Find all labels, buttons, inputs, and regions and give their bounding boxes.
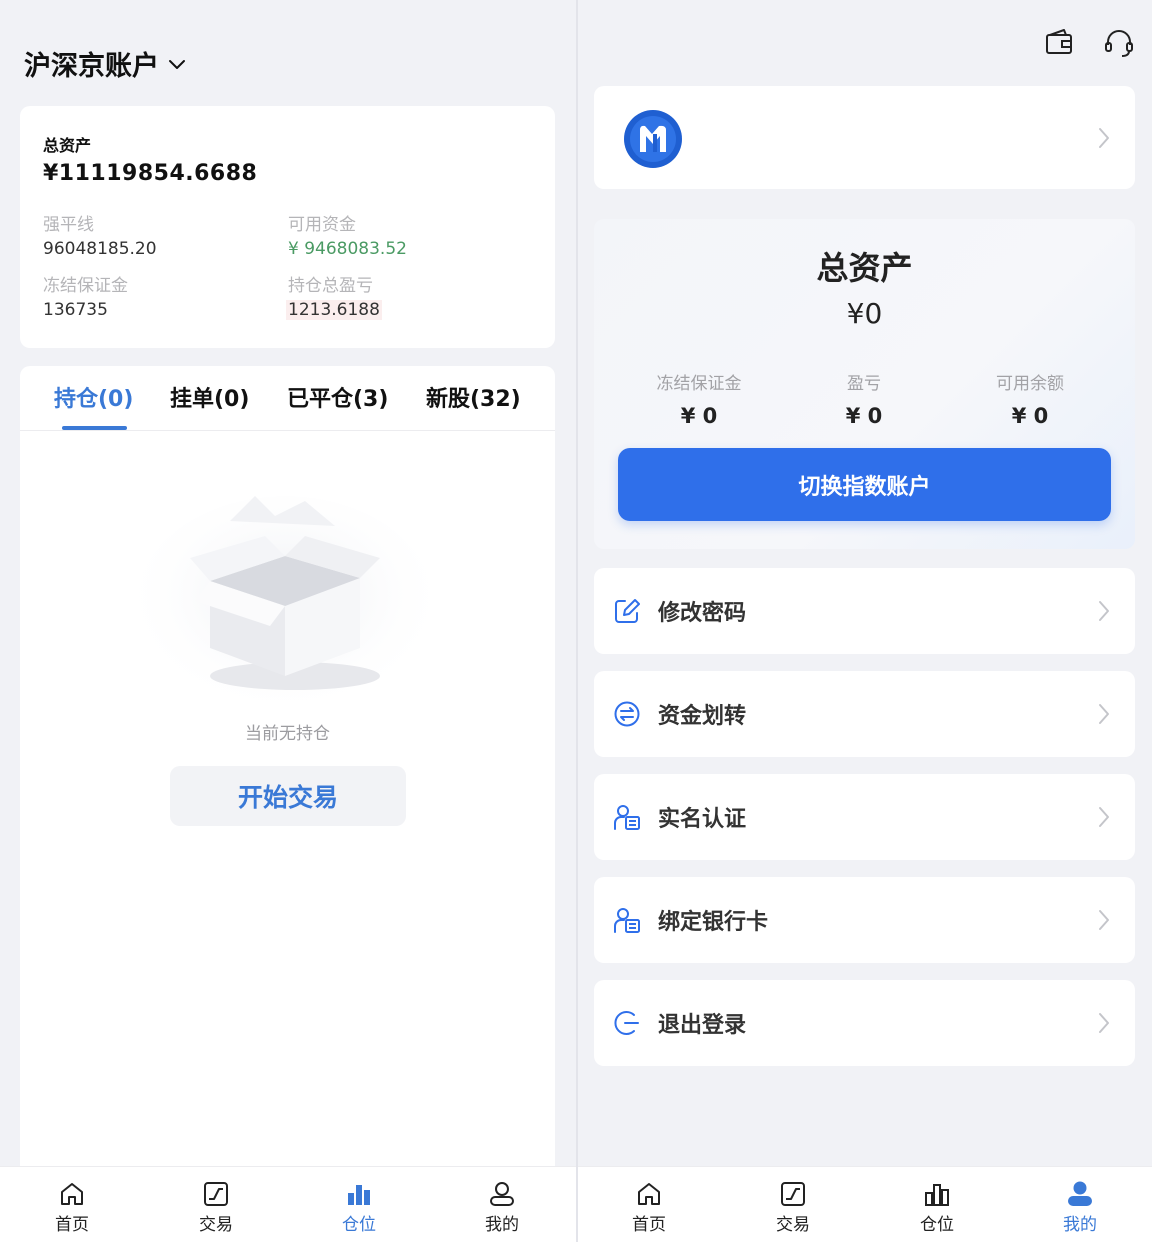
wallet-icon[interactable] xyxy=(1042,26,1076,60)
nav-home[interactable]: 首页 xyxy=(27,1179,117,1235)
user-icon xyxy=(1068,1181,1092,1206)
account-title: 沪深京账户 xyxy=(24,51,159,82)
chevron-right-icon xyxy=(1099,807,1109,827)
transfer-icon xyxy=(614,701,640,727)
home-icon xyxy=(61,1183,83,1205)
positions-card: 持仓(0) 挂单(0) 已平仓(3) 新股(32) 当前无持仓 开始交易 xyxy=(20,366,555,1176)
summary-pnl-label: 盈亏 xyxy=(847,374,881,394)
position-tabs: 持仓(0) 挂单(0) 已平仓(3) 新股(32) xyxy=(20,366,555,431)
nav-mine-label: 我的 xyxy=(1063,1215,1097,1235)
nav-trade[interactable]: 交易 xyxy=(171,1179,261,1235)
summary-available-balance-value: ¥ 0 xyxy=(1011,404,1049,428)
position-icon xyxy=(348,1185,370,1205)
menu-bind-bank-card-label: 绑定银行卡 xyxy=(658,910,769,935)
liquidation-line-label: 强平线 xyxy=(43,215,94,235)
available-funds-value: ¥ 9468083.52 xyxy=(288,239,407,259)
tab-closed-positions[interactable]: 已平仓(3) xyxy=(287,381,388,413)
position-pnl-number: 1213.6188 xyxy=(286,300,382,320)
position-pnl-label: 持仓总盈亏 xyxy=(288,276,373,296)
start-trading-button[interactable]: 开始交易 xyxy=(170,766,406,826)
id-card-icon xyxy=(614,908,640,933)
user-icon xyxy=(490,1182,514,1206)
nav-trade[interactable]: 交易 xyxy=(748,1179,838,1235)
tab-holdings[interactable]: 持仓(0) xyxy=(54,381,133,413)
position-icon xyxy=(925,1184,949,1206)
liquidation-line-value: 96048185.20 xyxy=(43,239,157,259)
total-assets-value: ¥11119854.6688 xyxy=(43,161,258,186)
menu-logout[interactable]: 退出登录 xyxy=(594,980,1135,1066)
summary-frozen-margin: 冻结保证金 ¥ 0 xyxy=(609,369,789,428)
nav-position[interactable]: 仓位 xyxy=(892,1179,982,1235)
nav-position-label: 仓位 xyxy=(920,1215,954,1235)
menu-bind-bank-card[interactable]: 绑定银行卡 xyxy=(594,877,1135,963)
empty-state-text: 当前无持仓 xyxy=(245,724,330,744)
bottom-nav: 首页 交易 仓位 我的 xyxy=(0,1166,576,1242)
nav-mine-label: 我的 xyxy=(485,1215,519,1235)
chevron-right-icon xyxy=(1099,601,1109,621)
chevron-right-icon xyxy=(1099,910,1109,930)
menu-fund-transfer[interactable]: 资金划转 xyxy=(594,671,1135,757)
total-assets-label: 总资产 xyxy=(43,136,92,155)
position-pnl-value: 1213.6188 xyxy=(286,300,382,320)
menu-real-name-verification-label: 实名认证 xyxy=(658,807,747,832)
menu-fund-transfer-label: 资金划转 xyxy=(658,704,747,729)
active-tab-indicator xyxy=(62,426,127,430)
nav-position-label: 仓位 xyxy=(342,1215,376,1235)
nav-mine[interactable]: 我的 xyxy=(1035,1179,1125,1235)
summary-available-balance: 可用余额 ¥ 0 xyxy=(940,369,1120,428)
menu-real-name-verification[interactable]: 实名认证 xyxy=(594,774,1135,860)
summary-pnl: 盈亏 ¥ 0 xyxy=(774,369,954,428)
nav-position[interactable]: 仓位 xyxy=(314,1179,404,1235)
app-logo xyxy=(624,110,682,168)
menu-logout-label: 退出登录 xyxy=(658,1013,747,1038)
tab-new-stocks[interactable]: 新股(32) xyxy=(426,381,521,413)
chevron-right-icon xyxy=(1099,704,1109,724)
account-selector[interactable]: 沪深京账户 xyxy=(24,44,187,83)
switch-index-account-button[interactable]: 切换指数账户 xyxy=(618,448,1111,521)
summary-frozen-margin-label: 冻结保证金 xyxy=(656,374,742,394)
frozen-margin-label: 冻结保证金 xyxy=(43,276,128,296)
logout-icon xyxy=(614,1011,639,1035)
asset-summary-card: 总资产 ¥11119854.6688 强平线 96048185.20 可用资金 … xyxy=(20,106,555,348)
nav-home[interactable]: 首页 xyxy=(604,1179,694,1235)
nav-home-label: 首页 xyxy=(632,1215,666,1235)
summary-pnl-value: ¥ 0 xyxy=(845,404,883,428)
summary-total-value: ¥0 xyxy=(846,297,883,330)
menu-change-password-label: 修改密码 xyxy=(658,601,747,626)
positions-screen: 沪深京账户 总资产 ¥11119854.6688 强平线 96048185.20… xyxy=(0,0,576,1242)
summary-frozen-margin-value: ¥ 0 xyxy=(680,404,718,428)
trade-icon xyxy=(781,1182,805,1206)
chevron-right-icon xyxy=(1099,1013,1109,1033)
profile-card[interactable] xyxy=(594,86,1135,189)
nav-trade-label: 交易 xyxy=(776,1215,810,1235)
nav-home-label: 首页 xyxy=(55,1215,89,1235)
trade-icon xyxy=(204,1182,228,1206)
chevron-down-icon xyxy=(169,59,185,69)
nav-mine[interactable]: 我的 xyxy=(457,1179,547,1235)
frozen-margin-value: 136735 xyxy=(43,300,108,320)
summary-available-balance-label: 可用余额 xyxy=(996,374,1064,394)
id-card-icon xyxy=(614,805,640,830)
index-account-summary: 总资产 ¥0 冻结保证金 ¥ 0 盈亏 ¥ 0 可用余额 ¥ 0 切换指数账户 xyxy=(594,219,1135,549)
tab-pending-orders[interactable]: 挂单(0) xyxy=(170,381,249,413)
customer-service-icon[interactable] xyxy=(1102,26,1136,60)
edit-icon xyxy=(615,599,640,623)
profile-screen: 总资产 ¥0 冻结保证金 ¥ 0 盈亏 ¥ 0 可用余额 ¥ 0 切换指数账户 … xyxy=(578,0,1152,1242)
nav-trade-label: 交易 xyxy=(199,1215,233,1235)
empty-box-illustration xyxy=(135,496,435,716)
home-icon xyxy=(638,1183,660,1205)
summary-title: 总资产 xyxy=(816,249,913,287)
bottom-nav: 首页 交易 仓位 我的 xyxy=(578,1166,1152,1242)
menu-change-password[interactable]: 修改密码 xyxy=(594,568,1135,654)
available-funds-label: 可用资金 xyxy=(288,215,356,235)
chevron-right-icon xyxy=(1099,128,1109,148)
